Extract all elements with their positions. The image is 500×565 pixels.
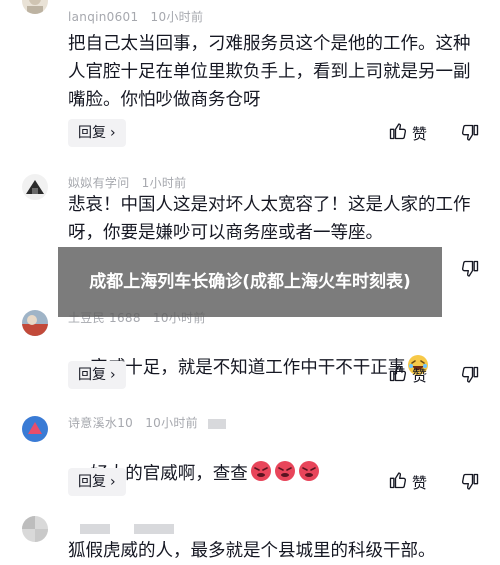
like-label: 赞 [412,124,428,143]
reply-button[interactable]: 回复 › [68,119,126,147]
banner-title: 成都上海列车长确诊(成都上海火车时刻表) [89,272,411,292]
timestamp: 10小时前 [145,416,198,430]
angry-emoji-icon [250,460,272,491]
thumbs-up-icon [388,470,408,494]
comment-meta [68,521,175,535]
reply-button[interactable]: 回复 › [68,361,126,389]
comment-text-content: 官威十足，就是不知道工作中干不干正事 [90,358,406,378]
comment-meta: 姒姒有学问 1小时前 [68,174,186,191]
reply-label: 回复 [78,474,106,490]
comment-text: 把自己太当回事，刁难服务员这个是他的工作。这种人官腔十足在单位里欺负手上，看到上… [68,34,471,110]
thumbs-up-icon [388,121,408,145]
comment-meta: lanqin0601 10小时前 [68,8,203,25]
avatar[interactable] [22,0,48,14]
title-banner: 成都上海列车长确诊(成都上海火车时刻表) [58,247,442,317]
username[interactable]: lanqin0601 [68,10,138,24]
reply-button[interactable]: 回复 › [68,468,126,496]
avatar[interactable] [22,174,48,200]
blurred-region [208,418,227,429]
avatar[interactable] [22,516,48,542]
thumbs-down-icon[interactable] [460,123,480,143]
angry-emoji-icon [298,460,320,491]
comment-text: 悲哀！中国人这是对坏人太宽容了！这是人家的工作呀，你要是嫌吵可以商务座或者一等座… [68,195,471,243]
comment-meta: 诗意溪水10 10小时前 [68,414,227,431]
blurred-region [134,523,175,534]
avatar[interactable] [22,416,48,442]
reply-label: 回复 [78,367,106,383]
timestamp: 10小时前 [150,10,204,24]
timestamp: 1小时前 [141,176,187,190]
thumbs-down-icon[interactable] [460,472,480,492]
like-label: 赞 [412,473,428,492]
reply-label: 回复 [78,125,106,141]
thumbs-down-icon[interactable] [460,365,480,385]
like-button[interactable]: 赞 [388,362,427,388]
angry-emoji-icon [274,460,296,491]
like-button[interactable]: 赞 [388,469,427,495]
comment-text: 狐假虎威的人，最多就是个县城里的科级干部。 [68,541,436,561]
thumbs-down-icon[interactable] [460,259,480,279]
like-button[interactable]: 赞 [388,120,427,146]
username[interactable]: 诗意溪水10 [68,416,133,430]
chevron-right-icon: › [110,367,116,383]
username[interactable]: 姒姒有学问 [68,176,130,190]
blurred-region [80,523,110,534]
avatar[interactable] [22,310,48,336]
chevron-right-icon: › [110,125,116,141]
like-label: 赞 [412,366,428,385]
thumbs-up-icon [388,363,408,387]
chevron-right-icon: › [110,474,116,490]
